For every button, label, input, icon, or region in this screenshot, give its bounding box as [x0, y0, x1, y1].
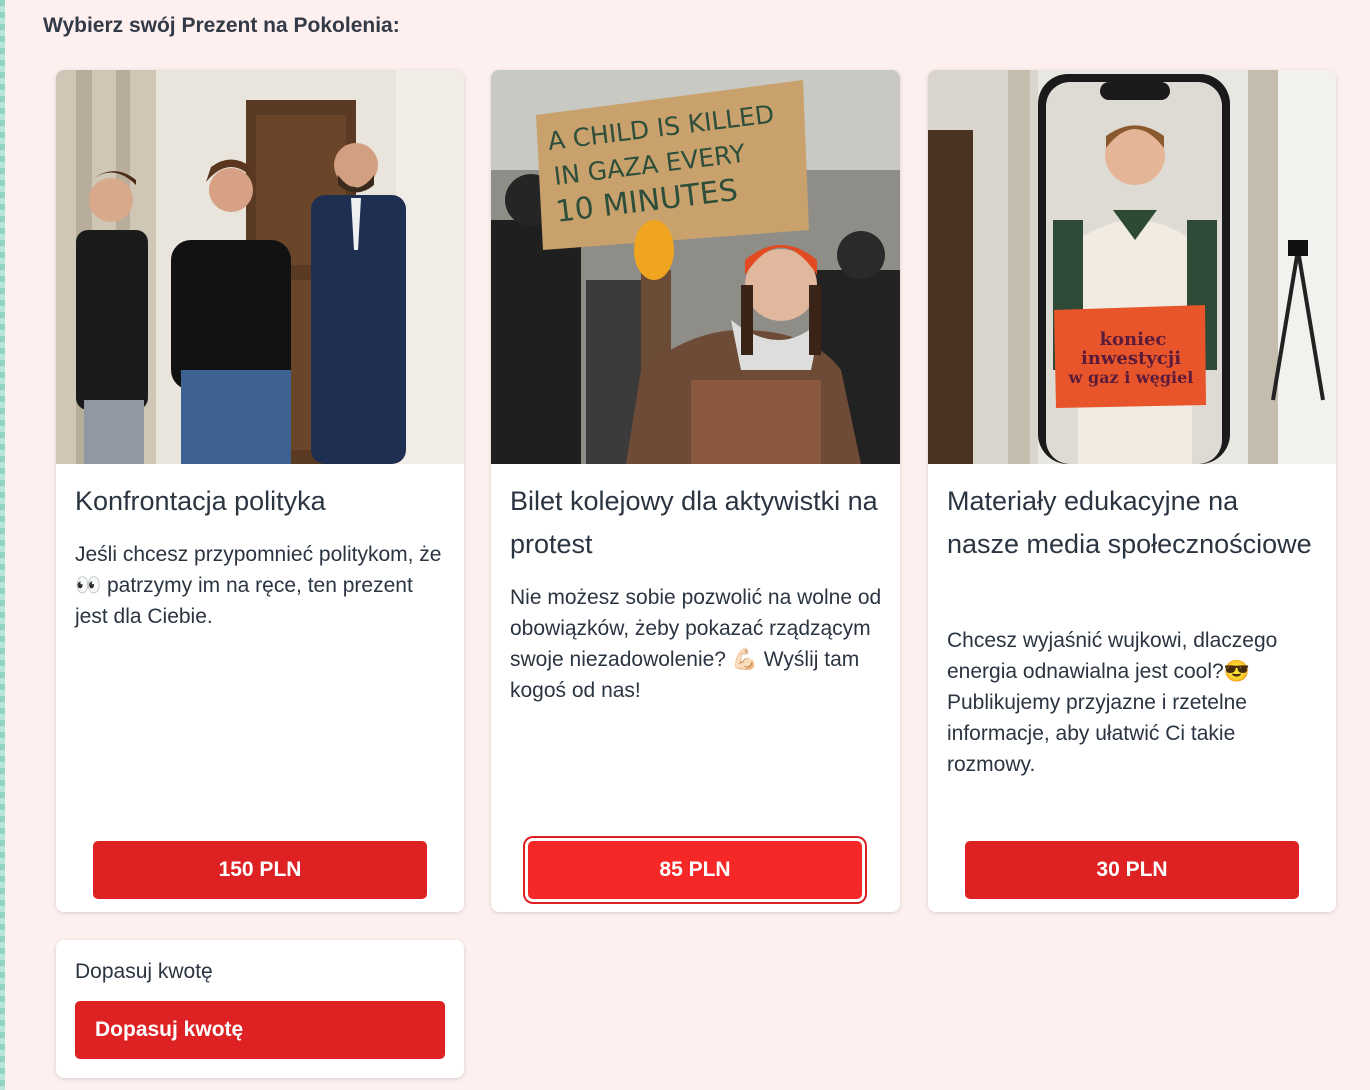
page-left-border: [0, 0, 5, 1090]
gift-card-education: koniec inwestycji w gaz i węgiel Materia…: [928, 70, 1336, 912]
card-image-politician: [56, 70, 464, 464]
card-title: Bilet kolejowy dla aktywistki na protest: [510, 486, 878, 559]
card-title: Konfrontacja polityka: [75, 486, 326, 516]
sign-line-2: inwestycji: [1081, 348, 1181, 369]
sign-line-3: w gaz i węgiel: [1068, 368, 1194, 387]
custom-amount-button[interactable]: Dopasuj kwotę: [75, 1001, 445, 1059]
sign-line-1: koniec: [1100, 329, 1167, 350]
card-description: Chcesz wyjaśnić wujkowi, dlaczego energi…: [947, 629, 1278, 776]
card-description: Jeśli chcesz przypomnieć politykom, że 👀…: [75, 543, 442, 628]
gift-card-train-ticket: A CHILD IS KILLED IN GAZA EVERY 10 MINUT…: [491, 70, 900, 912]
card-image-phone: koniec inwestycji w gaz i węgiel: [928, 70, 1336, 464]
card-image-protest: A CHILD IS KILLED IN GAZA EVERY 10 MINUT…: [491, 70, 900, 464]
custom-amount-label: Dopasuj kwotę: [75, 960, 213, 983]
price-30-button[interactable]: 30 PLN: [965, 841, 1299, 899]
card-description: Nie możesz sobie pozwolić na wolne od ob…: [510, 586, 882, 702]
gift-card-politician: Konfrontacja polityka Jeśli chcesz przyp…: [56, 70, 464, 912]
page-heading: Wybierz swój Prezent na Pokolenia:: [43, 14, 400, 37]
card-title: Materiały edukacyjne na nasze media społ…: [947, 486, 1312, 559]
price-85-button[interactable]: 85 PLN: [525, 838, 865, 902]
custom-amount-card: Dopasuj kwotę Dopasuj kwotę: [56, 940, 464, 1078]
price-150-button[interactable]: 150 PLN: [93, 841, 427, 899]
